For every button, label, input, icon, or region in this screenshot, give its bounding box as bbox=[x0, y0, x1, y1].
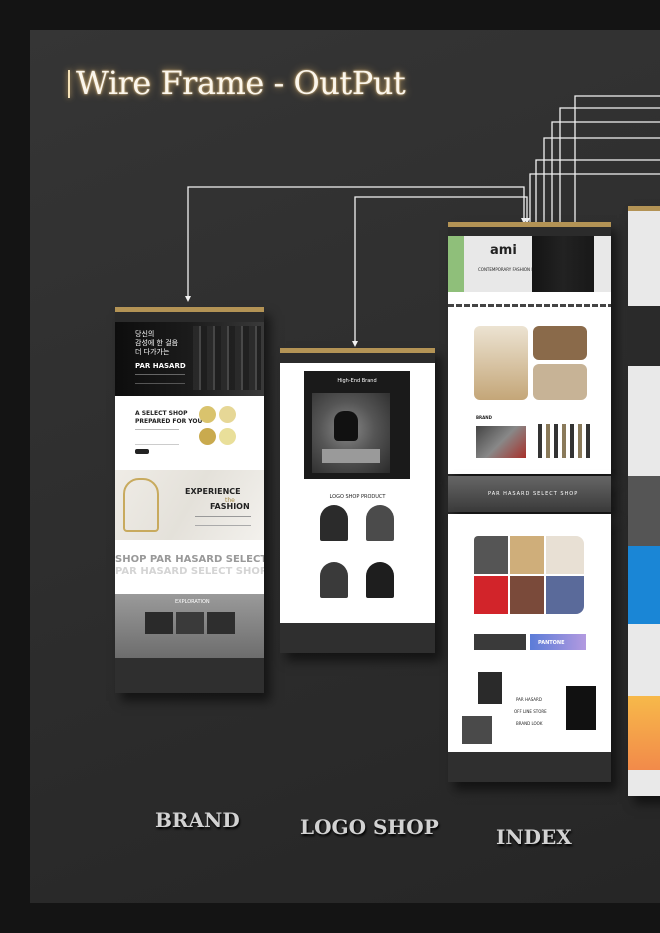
brand-experience-desc bbox=[195, 516, 251, 526]
index-grid-1 bbox=[474, 536, 508, 574]
index-feature-photo-2 bbox=[533, 326, 587, 360]
index-pantone-text: PANTONE bbox=[538, 640, 565, 646]
index-grid-4 bbox=[474, 576, 508, 614]
extra-page-mockup bbox=[628, 206, 660, 796]
brand-circle-2 bbox=[219, 406, 236, 423]
brand-hero: 당신의 감성에 한 걸음 더 다가가는 PAR HASARD bbox=[115, 322, 264, 396]
index-ticker bbox=[448, 304, 611, 307]
brand-nav bbox=[115, 312, 264, 322]
index-store-banner-text: PAR HASARD SELECT SHOP bbox=[488, 491, 579, 497]
index-page-mockup-bottom: PANTONE PAR HASARD OFF LINE STORE BRAND … bbox=[448, 514, 611, 782]
index-promo-2: PANTONE bbox=[530, 634, 586, 650]
index-brand-logo: ami bbox=[490, 243, 517, 258]
index-hero: ami CONTEMPORARY FASHION BRAND bbox=[448, 236, 611, 292]
logo-shop-banner-bag bbox=[334, 411, 358, 441]
index-footer bbox=[448, 752, 611, 782]
index-brand-label: BRAND bbox=[476, 415, 492, 420]
logo-shop-section-title: LOGO SHOP PRODUCT bbox=[329, 494, 386, 500]
logo-shop-product-3 bbox=[320, 562, 348, 598]
brand-hero-desc bbox=[135, 374, 185, 384]
brand-marquee-2: PAR HASARD SELECT SHOP PAR bbox=[115, 566, 264, 577]
label-index: INDEX bbox=[496, 825, 572, 849]
index-store-banner: PAR HASARD SELECT SHOP bbox=[448, 476, 611, 512]
index-menu-1[interactable]: PAR HASARD bbox=[516, 696, 542, 704]
brand-hero-kr-3: 더 다가가는 bbox=[135, 348, 170, 356]
brand-circle-1 bbox=[199, 406, 216, 423]
index-grid-2 bbox=[510, 536, 544, 574]
logo-shop-product-1 bbox=[320, 505, 348, 541]
index-brand-models bbox=[534, 424, 594, 458]
extra-section-4 bbox=[628, 696, 660, 770]
brand-exploration-section: EXPLORATION bbox=[115, 594, 264, 658]
brand-hero-name: PAR HASARD bbox=[135, 362, 186, 370]
index-grid-5 bbox=[510, 576, 544, 614]
logo-shop-product-2 bbox=[366, 505, 394, 541]
index-store-photo-3 bbox=[566, 686, 596, 730]
brand-experience-section: EXPERIENCE the FASHION bbox=[115, 470, 264, 540]
brand-footer bbox=[115, 658, 264, 693]
label-logo-shop: LOGO SHOP bbox=[300, 815, 439, 839]
index-menu-3[interactable]: BRAND LOOK bbox=[516, 720, 542, 728]
brand-exploration-item-2 bbox=[176, 612, 204, 634]
brand-select-desc bbox=[135, 429, 179, 445]
brand-hero-kr-1: 당신의 bbox=[135, 330, 155, 338]
label-brand: BRAND bbox=[155, 808, 240, 832]
logo-shop-product-4 bbox=[366, 562, 394, 598]
brand-fashion-word: FASHION bbox=[210, 502, 250, 511]
index-feature-photo-1 bbox=[474, 326, 528, 400]
logo-shop-banner-plinth bbox=[322, 449, 380, 463]
index-promo-1 bbox=[474, 634, 526, 650]
brand-experience-word: EXPERIENCE bbox=[185, 487, 241, 496]
extra-section-3 bbox=[628, 546, 660, 624]
extra-section-1 bbox=[628, 306, 660, 366]
logo-shop-footer bbox=[280, 623, 435, 653]
index-grid-3 bbox=[546, 536, 584, 574]
brand-circle-4 bbox=[219, 428, 236, 445]
brand-more-button[interactable] bbox=[135, 449, 149, 454]
brand-exploration-item-3 bbox=[207, 612, 235, 634]
index-brand-photo bbox=[476, 426, 526, 458]
brand-hero-photo bbox=[193, 326, 261, 390]
logo-shop-banner-title: High-End Brand bbox=[337, 378, 377, 384]
brand-hero-kr-2: 감성에 한 걸음 bbox=[135, 339, 179, 347]
index-store-photo-2 bbox=[462, 716, 492, 744]
brand-exploration-title: EXPLORATION bbox=[175, 599, 210, 605]
index-store-photo-1 bbox=[478, 672, 502, 704]
extra-top-bar bbox=[628, 206, 660, 211]
brand-logo-emblem bbox=[123, 478, 159, 532]
logo-shop-nav bbox=[280, 353, 435, 363]
brand-page-mockup: 당신의 감성에 한 걸음 더 다가가는 PAR HASARD A SELECT … bbox=[115, 307, 264, 693]
brand-select-shop-1: A SELECT SHOP bbox=[135, 410, 188, 417]
logo-shop-banner-photo bbox=[312, 393, 390, 473]
brand-circle-3 bbox=[199, 428, 216, 445]
index-feature-photo-3 bbox=[533, 364, 587, 400]
index-grid-6 bbox=[546, 576, 584, 614]
brand-select-shop-2: PREPARED FOR YOU bbox=[135, 418, 203, 425]
brand-marquee-1: SHOP PAR HASARD SELECT SHOP bbox=[115, 554, 264, 565]
logo-shop-page-mockup: High-End Brand LOGO SHOP PRODUCT bbox=[280, 348, 435, 653]
index-menu-2[interactable]: OFF LINE STORE bbox=[514, 708, 547, 716]
index-page-mockup-top: ami CONTEMPORARY FASHION BRAND BRAND bbox=[448, 222, 611, 474]
logo-shop-banner: High-End Brand bbox=[304, 371, 410, 479]
brand-exploration-item-1 bbox=[145, 612, 173, 634]
index-hero-model bbox=[532, 236, 594, 292]
extra-section-2 bbox=[628, 476, 660, 546]
